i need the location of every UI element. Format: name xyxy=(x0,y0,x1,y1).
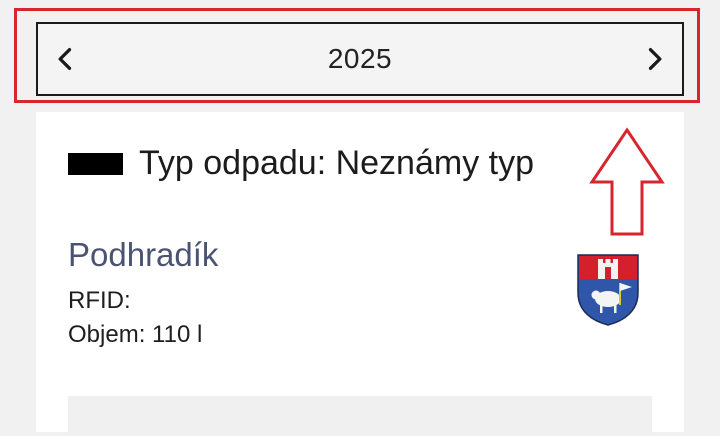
year-label: 2025 xyxy=(327,43,393,74)
rfid-label: RFID: xyxy=(68,287,131,314)
next-section-panel xyxy=(68,396,652,436)
location-name: Podhradík xyxy=(68,236,219,273)
chevron-right-icon xyxy=(648,48,662,70)
volume-label: Objem: 110 l xyxy=(68,321,203,348)
municipal-crest-icon xyxy=(577,254,639,326)
year-navigator: 2025 xyxy=(36,22,684,96)
chevron-left-icon xyxy=(58,48,72,70)
waste-type-row: Typ odpadu: Neznámy typ xyxy=(68,144,534,183)
waste-type-color-swatch xyxy=(68,152,123,175)
waste-type-label: Typ odpadu: Neznámy typ xyxy=(139,144,535,182)
waste-container-card: Typ odpadu: Neznámy typ Podhradík RFID: … xyxy=(36,112,684,436)
previous-year-button[interactable] xyxy=(38,31,94,87)
up-arrow-annotation-icon xyxy=(589,127,665,236)
next-year-button[interactable] xyxy=(626,31,682,87)
